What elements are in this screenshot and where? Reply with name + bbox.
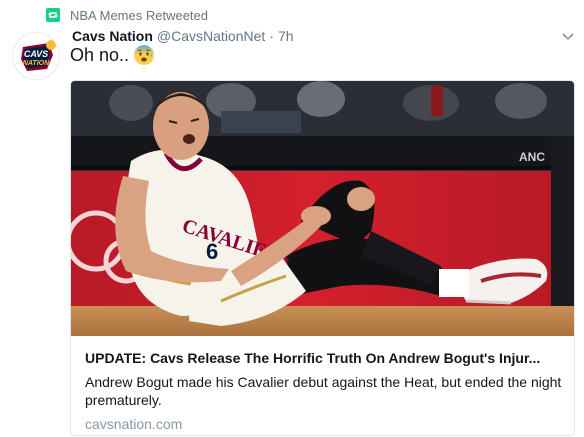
- logo-text-cavs: CAVS: [24, 49, 48, 59]
- basketball-player-injured-photo: CAVALIERS 6 ANC: [71, 81, 574, 336]
- retweet-context[interactable]: NBA Memes Retweeted: [46, 6, 208, 24]
- author-handle[interactable]: @CavsNationNet: [157, 28, 265, 44]
- tweet-timestamp[interactable]: 7h: [278, 28, 294, 44]
- link-card[interactable]: CAVALIERS 6 ANC UPDATE: Cavs Release The…: [70, 80, 575, 436]
- card-title[interactable]: UPDATE: Cavs Release The Horrific Truth …: [85, 349, 562, 367]
- card-domain[interactable]: cavsnation.com: [85, 415, 562, 433]
- card-body[interactable]: UPDATE: Cavs Release The Horrific Truth …: [71, 336, 574, 435]
- tweet-header: Cavs Nation @CavsNationNet · 7h: [72, 28, 294, 44]
- cavs-nation-logo: CAVS NATION: [13, 33, 59, 79]
- card-description: Andrew Bogut made his Cavalier debut aga…: [85, 374, 562, 408]
- svg-text:ANC: ANC: [519, 150, 545, 164]
- retweet-icon: [46, 8, 60, 22]
- chevron-down-icon[interactable]: [560, 30, 576, 42]
- author-name[interactable]: Cavs Nation: [72, 28, 153, 44]
- svg-text:6: 6: [206, 239, 218, 264]
- separator-dot: ·: [269, 28, 274, 44]
- logo-text-nation: NATION: [23, 60, 50, 67]
- tweet-text: Oh no..: [70, 44, 155, 66]
- avatar[interactable]: CAVS NATION: [12, 32, 60, 80]
- tweet-body: Oh no..: [70, 44, 130, 65]
- fearful-face-emoji: [133, 44, 155, 66]
- retweet-label: NBA Memes Retweeted: [70, 7, 209, 23]
- card-image[interactable]: CAVALIERS 6 ANC: [71, 81, 574, 336]
